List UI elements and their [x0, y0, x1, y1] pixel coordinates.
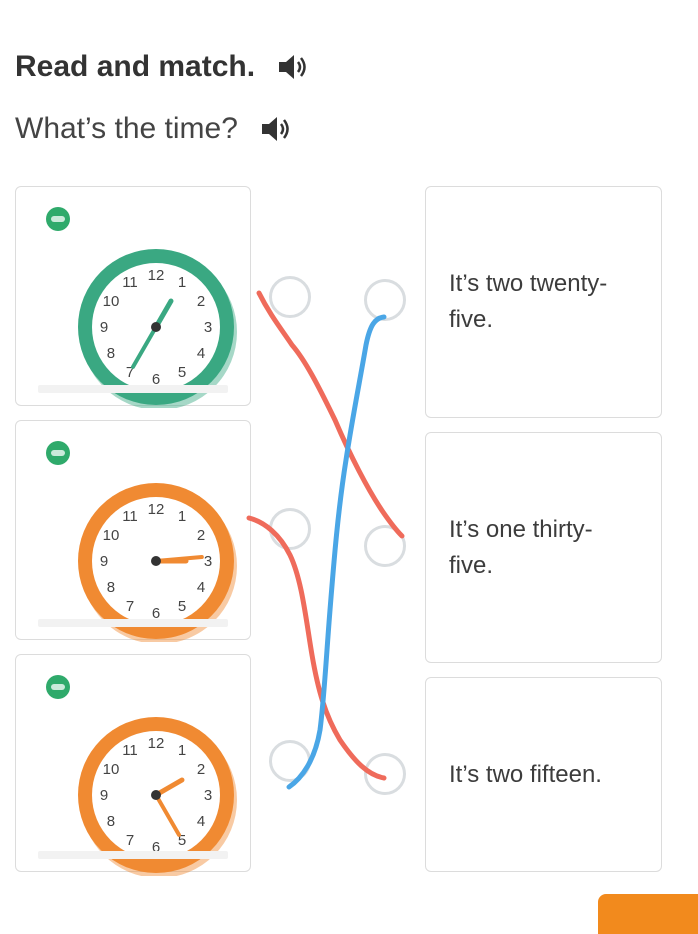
- answer-card-2[interactable]: It’s one thirty- five.: [425, 432, 662, 663]
- title-audio-button[interactable]: [277, 52, 311, 82]
- clock-number: 9: [100, 553, 108, 570]
- left-connector-2[interactable]: [269, 508, 311, 550]
- left-connector-3[interactable]: [269, 740, 311, 782]
- clock-number: 12: [148, 501, 165, 518]
- clock-card-3[interactable]: 12 1 2 3 4 5 6 7 8 9 10 11: [15, 654, 251, 876]
- clock-number: 9: [100, 319, 108, 336]
- clock-number: 3: [204, 553, 212, 570]
- clock-number: 5: [178, 364, 186, 381]
- answer-text: It’s one thirty- five.: [449, 515, 593, 579]
- clock-number: 4: [197, 579, 205, 596]
- right-connector-3[interactable]: [364, 753, 406, 795]
- clock-number: 10: [103, 761, 120, 778]
- right-connector-2[interactable]: [364, 525, 406, 567]
- brand-badge-icon: [46, 441, 70, 465]
- clock-number: 8: [107, 345, 115, 362]
- card-footer-bar: [38, 619, 228, 627]
- answer-card-1[interactable]: It’s two twenty- five.: [425, 186, 662, 418]
- clock-card-1[interactable]: 12 1 2 3 4 5 6 7 8 9 10 11: [15, 186, 251, 408]
- clock-number: 11: [122, 742, 138, 759]
- answer-text: It’s two twenty- five.: [449, 270, 608, 333]
- clock-number: 2: [197, 527, 205, 544]
- clock-number: 12: [148, 735, 165, 752]
- clock-number: 2: [197, 293, 205, 310]
- task-title: Read and match.: [15, 50, 256, 83]
- clock-number: 5: [178, 598, 186, 615]
- answer-text: It’s two fifteen.: [449, 760, 602, 788]
- clock-number: 10: [103, 293, 120, 310]
- clock-number: 9: [100, 787, 108, 804]
- clock-orange-icon: 12 1234567891011: [78, 483, 237, 642]
- question-heading: What’s the time?: [15, 112, 294, 146]
- answer-card-3[interactable]: It’s two fifteen.: [425, 677, 662, 872]
- speaker-icon: [261, 117, 289, 141]
- clock-number: 3: [204, 319, 212, 336]
- clock-number: 4: [197, 813, 205, 830]
- clock-number: 2: [197, 761, 205, 778]
- clock-number: 1: [178, 508, 186, 525]
- clock-number: 8: [107, 579, 115, 596]
- clock-number: 3: [204, 787, 212, 804]
- clock-number: 10: [103, 527, 120, 544]
- next-button[interactable]: [598, 894, 698, 934]
- clock-number: 12: [148, 267, 165, 284]
- question-audio-button[interactable]: [260, 114, 294, 144]
- clock-number: 8: [107, 813, 115, 830]
- speaker-icon: [279, 55, 306, 79]
- clock-number: 1: [178, 274, 186, 291]
- brand-badge-icon: [46, 675, 70, 699]
- left-connector-1[interactable]: [269, 276, 311, 318]
- clock-card-2[interactable]: 12 1 2 3 4 5 6 7 8 9 10 11: [15, 420, 251, 642]
- clock-number: 4: [197, 345, 205, 362]
- clock-orange-icon: 12 1234567891011: [78, 717, 237, 876]
- clock-number: 7: [126, 598, 134, 615]
- right-connector-1[interactable]: [364, 279, 406, 321]
- clock-number: 11: [122, 274, 138, 291]
- match-line-red-2: [246, 515, 387, 781]
- match-line-red-1: [256, 290, 405, 539]
- task-heading: Read and match.: [15, 50, 311, 84]
- clock-number: 1: [178, 742, 186, 759]
- card-footer-bar: [38, 851, 228, 859]
- clock-number: 7: [126, 832, 134, 849]
- brand-badge-icon: [46, 207, 70, 231]
- question-text: What’s the time?: [15, 112, 238, 145]
- clock-number: 11: [122, 508, 138, 525]
- card-footer-bar: [38, 385, 228, 393]
- clock-green-icon: 12 1234567891011: [78, 249, 237, 408]
